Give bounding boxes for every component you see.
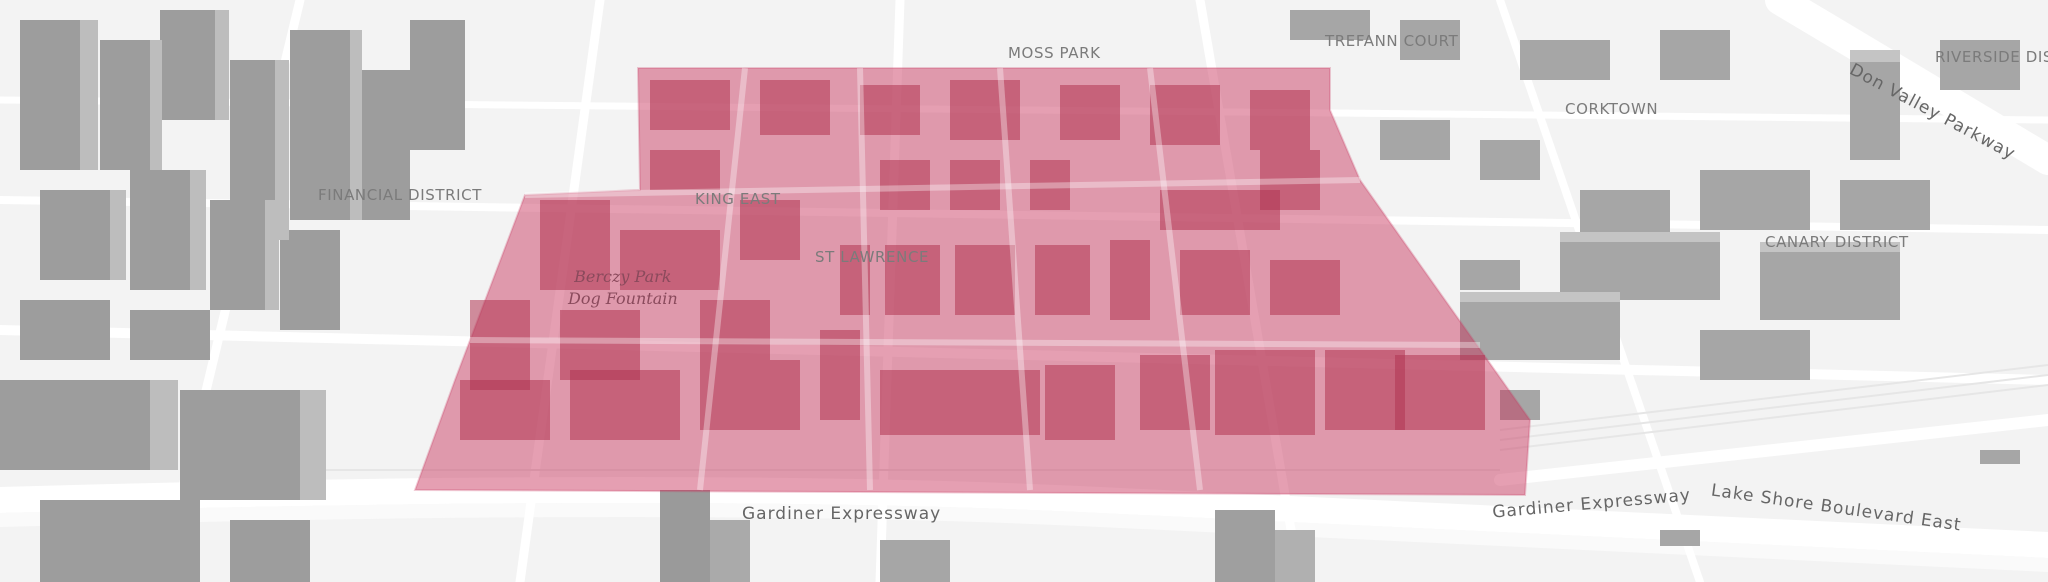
map-canvas[interactable]: MOSS PARK TREFANN COURT CORKTOWN FINANCI… bbox=[0, 0, 2048, 582]
map-svg bbox=[0, 0, 2048, 582]
